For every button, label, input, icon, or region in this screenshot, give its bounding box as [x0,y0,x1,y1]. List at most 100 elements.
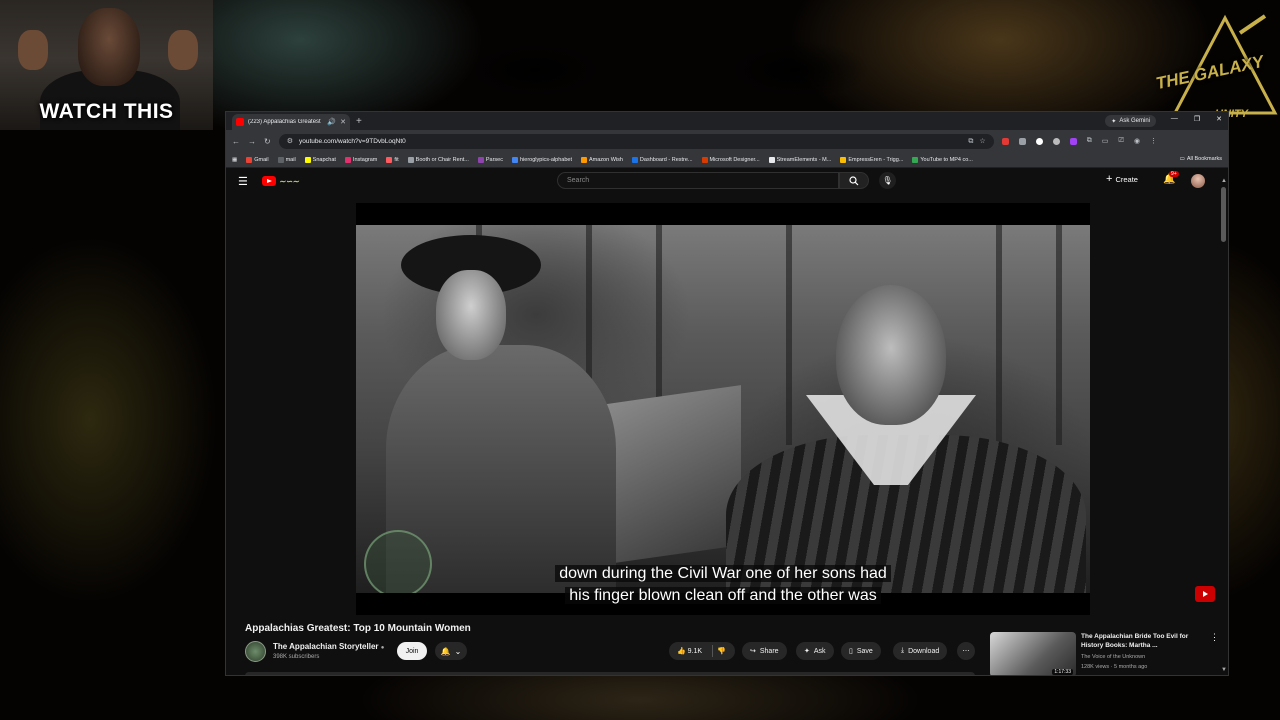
search-icon [849,175,859,185]
ask-button[interactable]: ✦ Ask [796,642,834,660]
apps-grid-icon[interactable]: ▦ [232,157,237,163]
recommended-video[interactable]: 1:17:33 The Appalachian Bride Too Evil f… [990,632,1220,675]
tab-youtube[interactable]: (223) Appalachias Greatest 🔊 ✕ [232,114,350,130]
bell-icon: 🔔 [440,646,451,656]
extension-icon[interactable] [1035,137,1043,145]
share-button[interactable]: ↪ Share [742,642,787,660]
url-field[interactable]: ⚙ youtube.com/watch?v=9TDvbLoqNt0 ⧉ ☆ [278,133,994,149]
channel-avatar[interactable] [245,641,266,662]
close-window-icon[interactable]: ✕ [1216,115,1222,123]
account-avatar[interactable] [1191,174,1205,188]
recommended-meta: 128K views · 5 months ago [1081,664,1148,670]
window-controls: — ❐ ✕ [1171,115,1222,123]
webcam-overlay: WATCH THIS [0,0,213,130]
save-button[interactable]: ▯ Save [841,642,881,660]
galaxy-community-logo: THE GALAXY UNITY [1145,8,1280,128]
bookmark-microsoft-designer[interactable]: Microsoft Designer... [701,156,760,163]
url-text: youtube.com/watch?v=9TDvbLoqNt0 [298,137,406,145]
download-button[interactable]: ⤓ Download [893,642,948,660]
video-player[interactable]: down during the Civil War one of her son… [356,203,1090,615]
caption-line-2: his finger blown clean off and the other… [565,587,881,604]
back-arrow-icon[interactable]: ← [232,137,240,146]
chevron-down-icon: ⌄ [454,646,462,656]
youtube-logo[interactable]: ∼∽∼ [261,176,299,186]
ask-gemini-button[interactable]: ✦ Ask Gemini [1105,115,1156,127]
bookmark-amazon-wish[interactable]: Amazon Wish [580,156,623,163]
caption-line-1: down during the Civil War one of her son… [555,565,891,582]
webcam-caption: WATCH THIS [39,100,174,123]
bookmark-star-icon[interactable]: ☆ [979,138,985,145]
description-box-top[interactable] [245,672,975,675]
reload-icon[interactable]: ↻ [264,137,271,146]
background-eye-left [460,40,610,100]
create-button[interactable]: + Create [1106,174,1138,185]
extension-icon[interactable] [1069,137,1077,145]
bookmark-streamelements[interactable]: StreamElements - M... [768,156,831,163]
plus-icon: + [1106,173,1113,185]
scroll-down-arrow-icon[interactable]: ▼ [1221,667,1227,673]
scroll-up-arrow-icon[interactable]: ▲ [1221,178,1227,184]
video-frame[interactable] [356,225,1090,593]
dislike-button[interactable]: 👎 [717,647,726,655]
folder-icon: ▭ [1179,156,1185,162]
more-actions-button[interactable]: ⋯ [957,642,975,660]
voice-search-button[interactable]: 🎙 [879,172,896,189]
bookmark-fit[interactable]: fit [386,156,399,163]
channel-name[interactable]: The Appalachian Storyteller ● [273,642,384,651]
youtube-favicon-icon [236,118,244,126]
install-app-icon[interactable]: ⧉ [968,138,973,145]
share-arrow-icon: ↪ [750,648,756,655]
speaker-icon[interactable]: 🔊 [327,119,336,126]
channel-row: The Appalachian Storyteller ● 398K subsc… [245,640,985,666]
new-tab-button[interactable]: + [356,116,362,127]
recommended-thumbnail[interactable]: 1:17:33 [990,632,1076,675]
bookmark-youtube-mp4[interactable]: YouTube to MP4 co... [912,156,973,163]
extension-icon[interactable] [1001,137,1009,145]
tab-bar: (223) Appalachias Greatest 🔊 ✕ + ✦ Ask G… [226,112,1228,130]
search-input[interactable]: Search [557,172,839,189]
recommended-channel: The Voice of the Unknown [1081,654,1146,660]
join-button[interactable]: Join [397,642,427,660]
sidepanel-icon[interactable]: ▭ [1102,137,1109,145]
extensions-area: ⧉ ▭ ⎚ ◉ ⋮ [1001,137,1157,145]
microphone-icon: 🎙 [882,176,893,185]
extension-icon[interactable] [1018,137,1026,145]
video-captions: down during the Civil War one of her son… [356,563,1090,607]
thumbs-down-icon: 👎 [717,648,726,655]
bookmark-dashboard[interactable]: Dashboard - Restre... [631,156,693,163]
menu-dots-icon[interactable]: ⋮ [1150,137,1157,145]
download-icon: ⤓ [901,647,905,654]
bookmark-parsec[interactable]: Parsec [477,156,503,163]
notifications-button[interactable]: 🔔 9+ [1163,171,1179,185]
bookmark-snapchat[interactable]: Snapchat [304,156,336,163]
search-button[interactable] [839,172,869,189]
recommended-menu-icon[interactable]: ⋮ [1210,632,1219,643]
bookmark-instagram[interactable]: Instagram [344,156,377,163]
all-bookmarks-button[interactable]: ▭ All Bookmarks [1173,156,1222,162]
page-scrollbar[interactable] [1221,187,1226,242]
minimize-icon[interactable]: — [1171,115,1178,123]
site-info-icon[interactable]: ⚙ [287,138,293,145]
webcam-hand-right [168,30,198,70]
puzzle-icon[interactable]: ⧉ [1087,137,1092,145]
recommended-title[interactable]: The Appalachian Bride Too Evil for Histo… [1081,632,1205,650]
notification-badge: 9+ [1169,171,1179,177]
subscribe-watermark-button[interactable] [1195,586,1215,602]
background-eye-right [720,40,870,100]
gemini-sparkle-icon: ✦ [1111,118,1117,125]
bookmark-mail[interactable]: mail [277,156,296,163]
restore-icon[interactable]: ❐ [1194,115,1200,123]
ask-gemini-label: Ask Gemini [1119,118,1150,124]
profile-icon[interactable]: ◉ [1134,137,1140,145]
extension-icon[interactable] [1052,137,1060,145]
subscribed-bell-button[interactable]: 🔔 ⌄ [435,642,467,660]
cast-icon[interactable]: ⎚ [1118,137,1124,145]
hamburger-menu-icon[interactable]: ☰ [238,175,248,188]
bookmark-empresseren[interactable]: EmpressEren - Trigg... [840,156,903,163]
forward-arrow-icon[interactable]: → [248,137,256,146]
like-button[interactable]: 👍 9.1K [677,647,702,655]
bookmark-booth-rent[interactable]: Booth or Chair Rent... [407,156,469,163]
close-tab-icon[interactable]: ✕ [340,119,346,126]
bookmark-hieroglypics[interactable]: hieroglypics-alphabet [512,156,572,163]
bookmark-gmail[interactable]: Gmail [246,156,269,163]
